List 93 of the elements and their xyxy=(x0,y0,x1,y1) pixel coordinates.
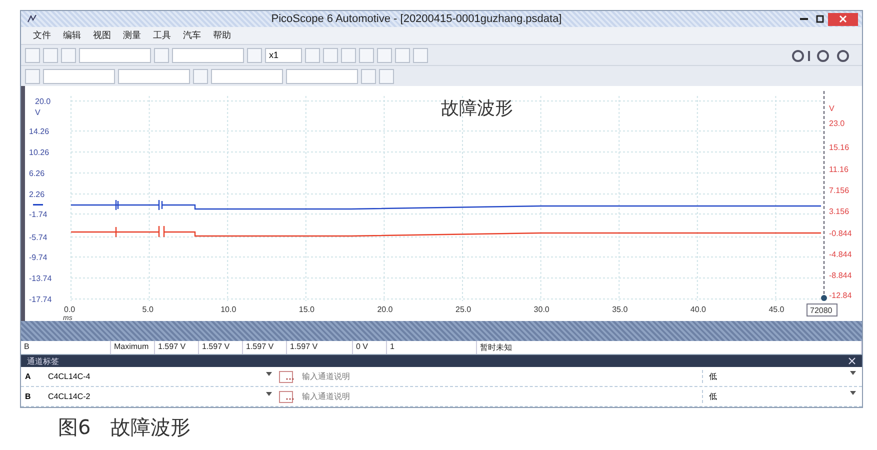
restore-icon[interactable] xyxy=(816,15,824,23)
axis-tick-label: -5.74 xyxy=(29,233,48,242)
table-cell: 1.597 V xyxy=(199,341,243,354)
probe-dropdown[interactable]: C4CL14C-2 xyxy=(45,391,275,402)
toolbar-button[interactable] xyxy=(377,48,392,62)
probe-dropdown[interactable]: C4CL14C-4 xyxy=(45,371,275,382)
toolbar-button[interactable] xyxy=(395,48,410,62)
axis-tick-label: 25.0 xyxy=(456,305,472,314)
channel-letter: A xyxy=(25,372,32,381)
axis-tick-label: 15.0 xyxy=(298,305,314,314)
more-button[interactable] xyxy=(279,370,293,382)
menu-item[interactable]: 工具 xyxy=(153,29,171,42)
figure-caption: 图6 故障波形 xyxy=(57,414,192,441)
table-cell: Maximum xyxy=(111,341,155,354)
chart-title: 故障波形 xyxy=(441,98,513,118)
ruler-label: 72080 xyxy=(806,304,838,316)
axis-tick-label: -8.844 xyxy=(829,271,852,280)
more-button[interactable] xyxy=(279,390,293,402)
toolbar-button[interactable] xyxy=(413,48,428,62)
toolbar-button[interactable] xyxy=(154,48,169,62)
table-cell: 0 V xyxy=(353,341,387,354)
window-title: PicoScope 6 Automotive - [20200415-0001guzhang.psdata] xyxy=(270,13,563,25)
axis-tick-label: 2.26 xyxy=(29,190,45,199)
dropdown-arrow-icon[interactable] xyxy=(850,391,856,395)
coupling-dropdown[interactable] xyxy=(118,68,190,84)
menu-item[interactable]: 汽车 xyxy=(183,29,201,42)
panel-title: 通道标签 xyxy=(27,356,60,366)
axis-tick-label: 7.156 xyxy=(829,186,850,195)
close-button[interactable] xyxy=(828,12,858,26)
axis-tick-label: 11.16 xyxy=(829,165,848,174)
toolbar-button[interactable] xyxy=(359,48,374,62)
axis-tick-label: 40.0 xyxy=(690,305,706,314)
dropdown-arrow-icon[interactable] xyxy=(266,372,272,376)
toolbar-button[interactable] xyxy=(247,48,262,62)
toolbar-button[interactable] xyxy=(323,48,338,62)
toolbar-button[interactable] xyxy=(361,68,376,84)
close-icon[interactable] xyxy=(848,357,856,365)
menu-item[interactable]: 编辑 xyxy=(63,29,81,42)
table-cell: 暂时未知 xyxy=(477,341,862,354)
axis-tick-label: 10.26 xyxy=(29,148,50,157)
axis-tick-label: -4.844 xyxy=(829,250,852,259)
axis-tick-label: -1.74 xyxy=(29,210,48,219)
table-cell: 1.597 V xyxy=(243,341,287,354)
channel-a-marker[interactable] xyxy=(33,204,43,206)
dropdown-arrow-icon[interactable] xyxy=(266,392,272,396)
app-icon xyxy=(27,14,37,24)
axis-unit: V xyxy=(35,108,40,117)
channel-a-button[interactable] xyxy=(25,68,40,84)
timebase-dropdown[interactable] xyxy=(79,48,151,62)
axis-tick-label: -9.74 xyxy=(29,253,48,262)
level-dropdown[interactable]: 低 xyxy=(702,390,862,403)
table-cell: 1.597 V xyxy=(155,341,199,354)
toolbar-button[interactable] xyxy=(341,48,356,62)
toolbar-button[interactable] xyxy=(379,68,394,84)
channel-letter: B xyxy=(25,392,32,401)
axis-tick-label: 20.0 xyxy=(35,97,51,106)
menu-item[interactable]: 测量 xyxy=(123,29,141,42)
menu-item[interactable]: 视图 xyxy=(93,29,111,42)
axis-unit: V xyxy=(829,104,834,113)
axis-tick-label: 6.26 xyxy=(29,169,45,178)
ruler-handle[interactable] xyxy=(821,295,827,301)
level-dropdown[interactable]: 低 xyxy=(702,370,862,383)
axis-tick-label: 5.0 xyxy=(142,305,154,314)
toolbar-button[interactable] xyxy=(61,48,76,62)
axis-tick-label: 45.0 xyxy=(768,305,784,314)
range-dropdown[interactable] xyxy=(43,68,115,84)
axis-tick-label: 35.0 xyxy=(612,305,628,314)
toolbar-button[interactable] xyxy=(25,48,40,62)
coupling-dropdown[interactable] xyxy=(286,68,358,84)
table-cell: B xyxy=(21,341,111,354)
table-cell: 1 xyxy=(387,341,477,354)
axis-tick-label: 14.26 xyxy=(29,127,50,136)
axis-tick-label: -13.74 xyxy=(29,274,52,283)
menu-item[interactable]: 帮助 xyxy=(213,29,231,42)
axis-tick-label: 3.156 xyxy=(829,207,850,216)
axis-tick-label: 0.0 xyxy=(64,305,76,314)
toolbar-button[interactable] xyxy=(43,48,58,62)
samples-field[interactable] xyxy=(172,48,244,62)
axis-tick-label: -0.844 xyxy=(829,229,852,238)
zoom-factor-field[interactable]: x1 xyxy=(265,48,302,62)
axis-tick-label: 10.0 xyxy=(220,305,236,314)
dropdown-arrow-icon[interactable] xyxy=(850,371,856,375)
range-dropdown[interactable] xyxy=(211,68,283,84)
menu-item[interactable]: 文件 xyxy=(33,29,51,42)
channel-b-button[interactable] xyxy=(193,68,208,84)
axis-tick-label: -17.74 xyxy=(29,295,52,304)
toolbar-button[interactable] xyxy=(305,48,320,62)
axis-tick-label: 30.0 xyxy=(534,305,550,314)
axis-tick-label: 23.0 xyxy=(829,119,845,128)
table-cell: 1.597 V xyxy=(287,341,353,354)
axis-tick-label: 20.0 xyxy=(377,305,393,314)
axis-tick-label: 15.16 xyxy=(829,143,850,152)
axis-tick-label: -12.84 xyxy=(829,291,852,300)
